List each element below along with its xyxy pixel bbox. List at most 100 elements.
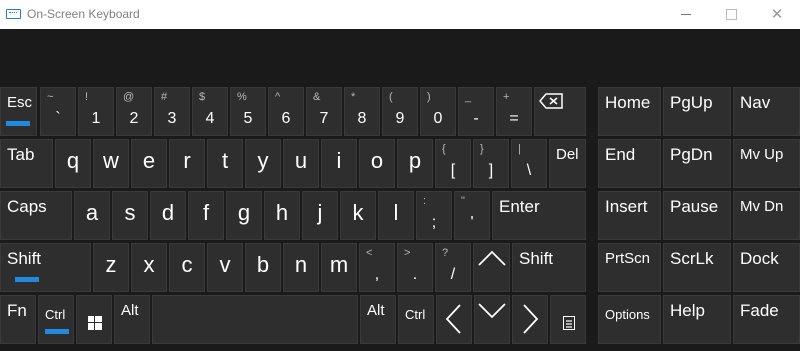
key-t[interactable]: t: [207, 139, 243, 188]
key-char: e: [142, 148, 156, 173]
key-char: m: [329, 252, 349, 277]
key-backspace[interactable]: [534, 87, 586, 136]
key-right-shift[interactable]: Shift: [512, 243, 586, 292]
key-home[interactable]: Home: [598, 87, 661, 136]
key-p[interactable]: p: [397, 139, 433, 188]
key-o[interactable]: o: [359, 139, 395, 188]
key-end[interactable]: End: [598, 139, 661, 188]
main-char: .: [412, 266, 418, 283]
key-k[interactable]: k: [340, 191, 376, 240]
key-ctrl[interactable]: Ctrl: [38, 295, 74, 344]
right-arrow-icon: [523, 304, 539, 334]
key-x[interactable]: x: [131, 243, 167, 292]
key-j[interactable]: j: [302, 191, 338, 240]
key-z[interactable]: z: [93, 243, 129, 292]
key-s[interactable]: s: [112, 191, 148, 240]
key-c[interactable]: c: [169, 243, 205, 292]
key-down-arrow[interactable]: [474, 295, 510, 344]
key-y[interactable]: y: [245, 139, 281, 188]
key-tab[interactable]: Tab: [0, 139, 53, 188]
key-right-arrow[interactable]: [512, 295, 548, 344]
key-mv-dn[interactable]: Mv Dn: [733, 191, 800, 240]
key-insert[interactable]: Insert: [598, 191, 661, 240]
key-4[interactable]: $ 4: [192, 87, 228, 136]
key-backslash[interactable]: | \: [511, 139, 547, 188]
key-right-ctrl[interactable]: Ctrl: [398, 295, 434, 344]
main-char: /: [450, 266, 456, 283]
key-minus[interactable]: _ -: [458, 87, 494, 136]
key-esc[interactable]: Esc: [0, 87, 37, 136]
key-5[interactable]: % 5: [230, 87, 266, 136]
key-left-shift[interactable]: Shift: [0, 243, 91, 292]
key-fade[interactable]: Fade: [733, 295, 800, 344]
key-e[interactable]: e: [131, 139, 167, 188]
key-period[interactable]: > .: [397, 243, 433, 292]
key-pause[interactable]: Pause: [663, 191, 731, 240]
key-pgup[interactable]: PgUp: [663, 87, 731, 136]
close-button[interactable]: ✕: [754, 0, 800, 29]
key-right-alt[interactable]: Alt: [360, 295, 396, 344]
key-caps[interactable]: Caps: [0, 191, 72, 240]
key-a[interactable]: a: [74, 191, 110, 240]
key-semicolon[interactable]: : ;: [416, 191, 452, 240]
shift-char: ): [427, 91, 431, 103]
key-menu[interactable]: [550, 295, 586, 344]
key-g[interactable]: g: [226, 191, 262, 240]
key-9[interactable]: ( 9: [382, 87, 418, 136]
key-space[interactable]: [152, 295, 358, 344]
key-n[interactable]: n: [283, 243, 319, 292]
key-3[interactable]: # 3: [154, 87, 190, 136]
key-0[interactable]: ) 0: [420, 87, 456, 136]
key-l[interactable]: l: [378, 191, 414, 240]
key-nav[interactable]: Nav: [733, 87, 800, 136]
key-v[interactable]: v: [207, 243, 243, 292]
key-quote[interactable]: " ': [454, 191, 490, 240]
key-enter[interactable]: Enter: [492, 191, 586, 240]
shift-char: >: [404, 247, 411, 259]
key-slash[interactable]: ? /: [435, 243, 471, 292]
key-left-bracket[interactable]: { [: [435, 139, 471, 188]
key-up-arrow[interactable]: [473, 243, 510, 292]
key-char: a: [85, 200, 99, 225]
key-pgdn[interactable]: PgDn: [663, 139, 731, 188]
key-mv-up[interactable]: Mv Up: [733, 139, 800, 188]
key-del[interactable]: Del: [549, 139, 586, 188]
key-f[interactable]: f: [188, 191, 224, 240]
key-right-bracket[interactable]: } ]: [473, 139, 509, 188]
key-options[interactable]: Options: [598, 295, 661, 344]
key-prtscn[interactable]: PrtScn: [598, 243, 661, 292]
key-windows[interactable]: [76, 295, 112, 344]
key-1[interactable]: ! 1: [78, 87, 114, 136]
shift-char: $: [199, 91, 206, 103]
key-alt[interactable]: Alt: [114, 295, 150, 344]
key-label: Home: [605, 93, 651, 112]
key-8[interactable]: * 8: [344, 87, 380, 136]
key-h[interactable]: h: [264, 191, 300, 240]
key-w[interactable]: w: [93, 139, 129, 188]
maximize-button[interactable]: [708, 0, 754, 29]
key-dock[interactable]: Dock: [733, 243, 800, 292]
key-help[interactable]: Help: [663, 295, 731, 344]
key-b[interactable]: b: [245, 243, 281, 292]
key-7[interactable]: & 7: [306, 87, 342, 136]
minimize-button[interactable]: [664, 0, 710, 29]
key-q[interactable]: q: [55, 139, 91, 188]
key-d[interactable]: d: [150, 191, 186, 240]
key-comma[interactable]: < ,: [359, 243, 395, 292]
key-i[interactable]: i: [321, 139, 357, 188]
key-label: Nav: [740, 93, 771, 112]
key-backtick[interactable]: ~ `: [40, 87, 76, 136]
key-u[interactable]: u: [283, 139, 319, 188]
key-left-arrow[interactable]: [436, 295, 472, 344]
down-arrow-icon: [478, 303, 506, 319]
key-2[interactable]: @ 2: [116, 87, 152, 136]
key-fn[interactable]: Fn: [0, 295, 36, 344]
key-equals[interactable]: + =: [496, 87, 532, 136]
up-arrow-icon: [478, 250, 506, 266]
key-char: b: [256, 252, 270, 277]
key-scrlk[interactable]: ScrLk: [663, 243, 731, 292]
key-m[interactable]: m: [321, 243, 357, 292]
key-char: i: [336, 148, 342, 173]
key-6[interactable]: ^ 6: [268, 87, 304, 136]
key-r[interactable]: r: [169, 139, 205, 188]
